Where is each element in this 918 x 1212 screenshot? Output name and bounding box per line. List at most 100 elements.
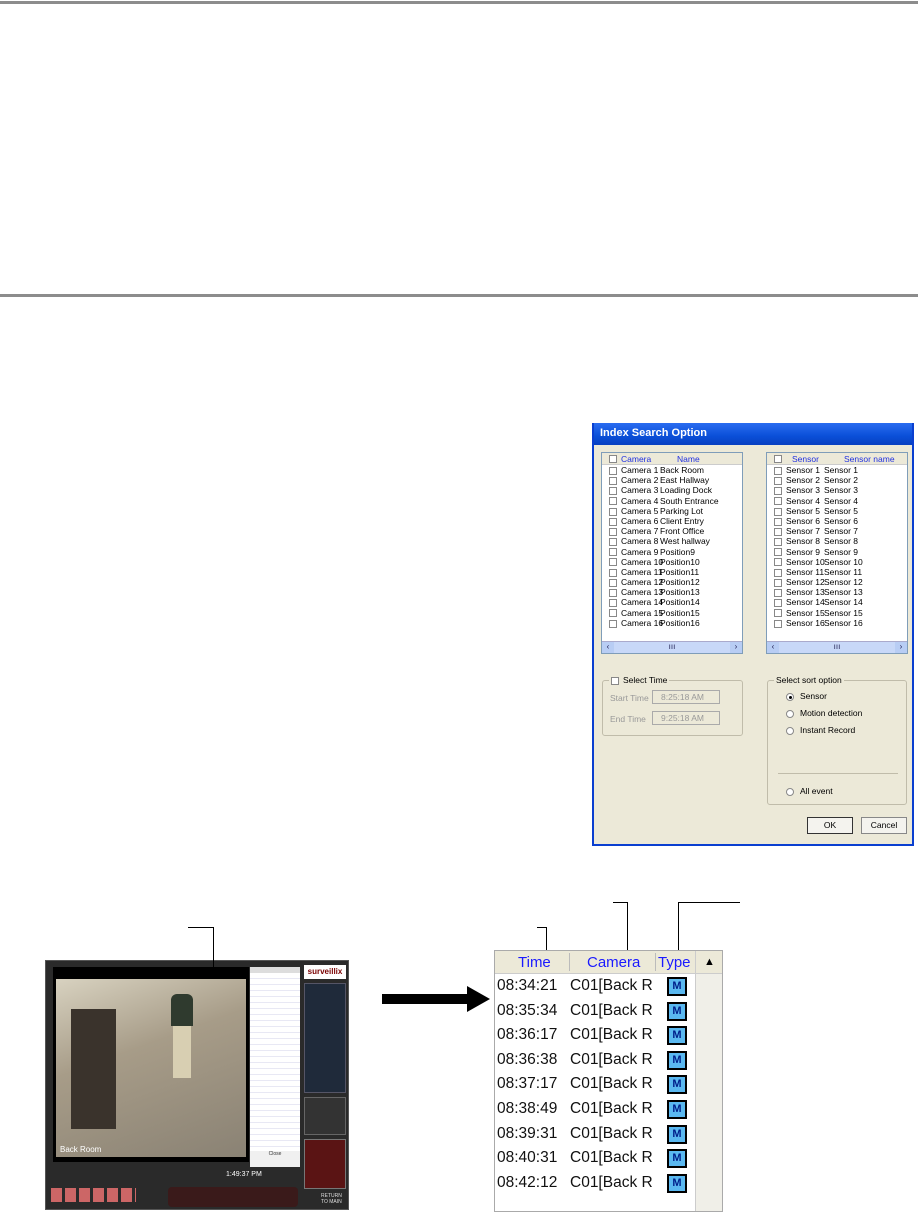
camera-row-checkbox[interactable] [609,619,617,628]
camera-row[interactable]: Camera 12Position12 [602,577,742,587]
sensor-row[interactable]: Sensor 6 Sensor 6 [767,516,907,526]
sensor-row-checkbox[interactable] [774,538,782,547]
camera-row[interactable]: Camera 9 Position9 [602,547,742,557]
sensor-row[interactable]: Sensor 2 Sensor 2 [767,475,907,485]
sensor-name-col-header[interactable]: Sensor name [844,454,895,464]
sort-option-sensor[interactable]: Sensor [786,691,827,701]
event-row[interactable]: 08:35:34 C01[Back R M [495,1001,695,1024]
dvr-function-buttons[interactable] [51,1188,136,1202]
camera-row-checkbox[interactable] [609,466,617,475]
sensor-row[interactable]: Sensor 1 Sensor 1 [767,465,907,475]
cancel-button[interactable]: Cancel [861,817,907,834]
sensor-row-checkbox[interactable] [774,507,782,516]
camera-row[interactable]: Camera 4 South Entrance [602,496,742,506]
camera-row-checkbox[interactable] [609,609,617,618]
camera-row-checkbox[interactable] [609,599,617,608]
event-row[interactable]: 08:42:12 C01[Back R M [495,1173,695,1196]
camera-row[interactable]: Camera 13Position13 [602,587,742,597]
sensor-row-checkbox[interactable] [774,517,782,526]
event-row[interactable]: 08:38:49 C01[Back R M [495,1100,695,1122]
camera-row-checkbox[interactable] [609,517,617,526]
sensor-row-checkbox[interactable] [774,589,782,597]
playback-controls[interactable] [304,1097,346,1135]
camera-list-scrollbar[interactable]: ‹ ııı › [602,641,742,653]
sensor-row[interactable]: Sensor 14Sensor 14 [767,597,907,607]
camera-row[interactable]: Camera 8 West hallway [602,536,742,546]
camera-row-checkbox[interactable] [609,487,617,496]
camera-row-checkbox[interactable] [609,476,617,485]
scroll-up-icon[interactable]: ▲ [696,951,722,974]
sensor-row-checkbox[interactable] [774,497,782,506]
sensor-row[interactable]: Sensor 7 Sensor 7 [767,526,907,536]
event-row[interactable]: 08:39:31 C01[Back R M [495,1124,695,1147]
event-row[interactable]: 08:36:17 C01[Back R M [495,1026,695,1048]
dvr-event-list[interactable]: Close [250,967,300,1167]
camera-row-checkbox[interactable] [609,527,617,536]
sensor-row-checkbox[interactable] [774,568,782,577]
sensor-row-checkbox[interactable] [774,578,782,587]
camera-row[interactable]: Camera 11Position11 [602,567,742,577]
camera-row[interactable]: Camera 1 Back Room [602,465,742,475]
end-time-field[interactable]: 9:25:18 AM [652,711,720,725]
sensor-row[interactable]: Sensor 5 Sensor 5 [767,506,907,516]
dvr-close-button[interactable]: Close [250,1151,300,1157]
sensor-row[interactable]: Sensor 11Sensor 11 [767,567,907,577]
sensor-row-checkbox[interactable] [774,599,782,608]
event-row[interactable]: 08:34:21 C01[Back R M [495,977,695,999]
sensor-row-checkbox[interactable] [774,619,782,628]
camera-row[interactable]: Camera 7 Front Office [602,526,742,536]
sensor-row[interactable]: Sensor 9 Sensor 9 [767,547,907,557]
camera-row[interactable]: Camera 15Position15 [602,608,742,618]
sensor-row-checkbox[interactable] [774,609,782,618]
camera-row-checkbox[interactable] [609,558,617,567]
select-time-checkbox[interactable] [611,676,619,685]
camera-row-checkbox[interactable] [609,497,617,506]
sensor-row-checkbox[interactable] [774,558,782,567]
camera-row[interactable]: Camera 14Position14 [602,597,742,607]
camera-row[interactable]: Camera 6 Client Entry [602,516,742,526]
sensor-row[interactable]: Sensor 10Sensor 10 [767,557,907,567]
advanced-controls[interactable] [304,1139,346,1189]
sort-option-all-event[interactable]: All event [786,786,833,796]
sensor-col-header[interactable]: Sensor [792,454,832,464]
camera-col-header[interactable]: Camera [587,954,640,971]
sensor-row-checkbox[interactable] [774,527,782,536]
event-row[interactable]: 08:40:31 C01[Back R M [495,1149,695,1171]
select-all-sensors-checkbox[interactable] [774,454,782,463]
sensor-row-checkbox[interactable] [774,487,782,496]
time-col-header[interactable]: Time [518,954,551,971]
sensor-row[interactable]: Sensor 13Sensor 13 [767,587,907,597]
camera-row-checkbox[interactable] [609,548,617,557]
sensor-row[interactable]: Sensor 8 Sensor 8 [767,536,907,546]
type-col-header[interactable]: Type [658,954,694,971]
sensor-row-checkbox[interactable] [774,548,782,557]
sensor-row-checkbox[interactable] [774,476,782,485]
camera-row-checkbox[interactable] [609,538,617,547]
sensor-row[interactable]: Sensor 4 Sensor 4 [767,496,907,506]
return-to-main-button[interactable]: RETURN TO MAIN [321,1193,349,1205]
event-row[interactable]: 08:36:38 C01[Back R M [495,1050,695,1073]
camera-row[interactable]: Camera 3 Loading Dock [602,485,742,495]
camera-row-checkbox[interactable] [609,589,617,597]
camera-select-bar[interactable] [168,1187,298,1207]
sensor-list[interactable]: Sensor Sensor name Sensor 1 Sensor 1 Senso… [766,452,908,654]
sensor-row-checkbox[interactable] [774,466,782,475]
event-list-detail[interactable]: Time Camera Type 08:34:21 C01[Back R M 0… [494,950,723,1212]
sensor-row[interactable]: Sensor 15Sensor 15 [767,608,907,618]
camera-col-header[interactable]: Camera [621,454,663,464]
camera-row-checkbox[interactable] [609,568,617,577]
start-time-field[interactable]: 8:25:18 AM [652,690,720,704]
camera-row[interactable]: Camera 2 East Hallway [602,475,742,485]
camera-row-checkbox[interactable] [609,507,617,516]
sensor-row[interactable]: Sensor 3 Sensor 3 [767,485,907,495]
camera-row[interactable]: Camera 16Position16 [602,618,742,628]
sort-option-instant-record[interactable]: Instant Record [786,725,855,735]
sensor-list-scrollbar[interactable]: ‹ ııı › [767,641,907,653]
camera-list[interactable]: Camera Name Camera 1 Back Room Camera 2 Eas… [601,452,743,654]
event-list-scrollbar[interactable]: ▲ [695,951,722,1211]
camera-row[interactable]: Camera 5 Parking Lot [602,506,742,516]
camera-row[interactable]: Camera 10Position10 [602,557,742,567]
event-row[interactable]: 08:37:17 C01[Back R M [495,1075,695,1097]
sensor-row[interactable]: Sensor 16Sensor 16 [767,618,907,628]
sort-option-motion[interactable]: Motion detection [786,708,862,718]
